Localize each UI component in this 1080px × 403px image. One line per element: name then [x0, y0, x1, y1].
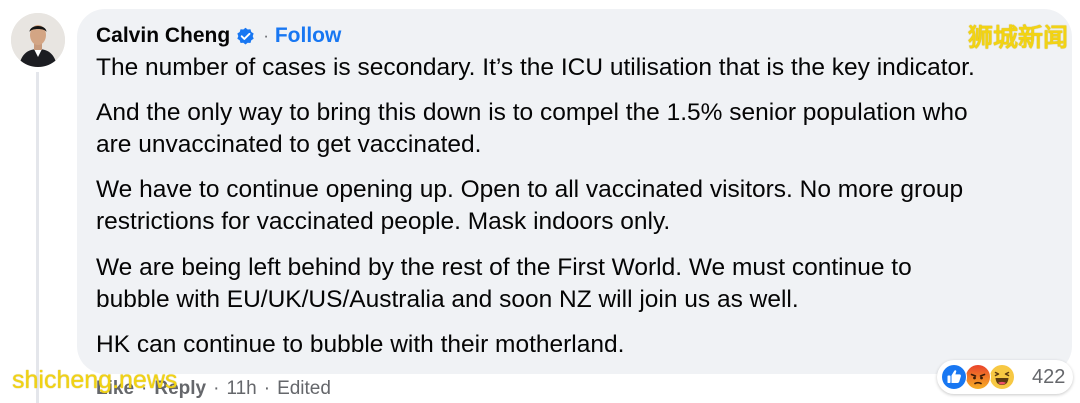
- thread-line: [36, 72, 39, 403]
- action-separator: ·: [213, 378, 220, 399]
- haha-icon: [989, 364, 1015, 390]
- follow-button[interactable]: Follow: [275, 24, 342, 48]
- comment-line: restrictions for vaccinated people. Mask…: [96, 208, 671, 235]
- reactions-summary[interactable]: 422: [937, 360, 1073, 394]
- watermark-bottom-left: shicheng.news: [12, 366, 178, 394]
- author-name[interactable]: Calvin Cheng: [96, 24, 230, 48]
- header-separator: ·: [263, 26, 269, 45]
- comment-line: We are being left behind by the rest of …: [96, 254, 912, 281]
- comment-line: bubble with EU/UK/US/Australia and soon …: [96, 286, 799, 313]
- profile-photo: [11, 13, 65, 67]
- comment-line: The number of cases is secondary. It’s t…: [96, 54, 975, 81]
- like-icon: [941, 364, 967, 390]
- comment-line: HK can continue to bubble with their mot…: [96, 331, 625, 358]
- verified-badge-icon: [236, 27, 255, 46]
- comment-paragraph-3: We have to continue opening up. Open to …: [96, 174, 1056, 238]
- comment-timestamp[interactable]: 11h: [226, 378, 256, 400]
- comment-header: Calvin Cheng · Follow: [96, 20, 341, 52]
- edited-label[interactable]: Edited: [277, 378, 331, 400]
- action-separator: ·: [263, 378, 271, 399]
- watermark-top-right: 狮城新闻: [967, 23, 1068, 52]
- angry-icon: [965, 364, 991, 390]
- comment-line: And the only way to bring this down is t…: [96, 99, 968, 126]
- reaction-count: 422: [1032, 365, 1066, 388]
- comment-paragraph-4: We are being left behind by the rest of …: [96, 252, 1056, 316]
- comment-paragraph-1: The number of cases is secondary. It’s t…: [96, 52, 1056, 84]
- comment-paragraph-2: And the only way to bring this down is t…: [96, 97, 1056, 161]
- comment-line: We have to continue opening up. Open to …: [96, 176, 964, 203]
- comment-line: are unvaccinated to get vaccinated.: [96, 131, 482, 158]
- comment-paragraph-5: HK can continue to bubble with their mot…: [96, 329, 1056, 361]
- author-avatar[interactable]: [11, 13, 65, 67]
- reaction-icons: [941, 363, 1023, 391]
